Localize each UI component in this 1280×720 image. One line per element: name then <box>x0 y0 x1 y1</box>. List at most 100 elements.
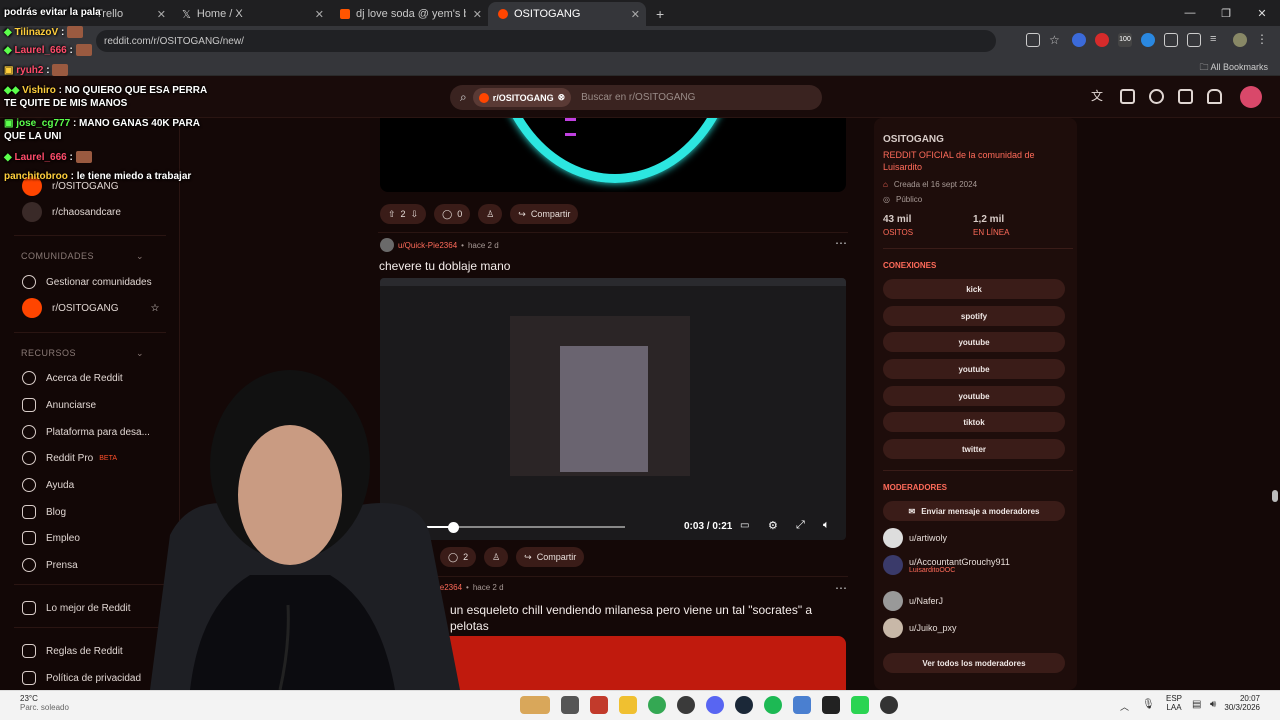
sidebar-item-blog[interactable]: Blog <box>22 504 66 520</box>
all-bookmarks-button[interactable]: 🗀 All Bookmarks <box>1199 60 1268 76</box>
app-icon[interactable] <box>677 696 695 714</box>
share-button[interactable]: ↪ Compartir <box>510 204 579 224</box>
more-options-icon[interactable]: ⋯ <box>835 236 848 250</box>
scrollbar[interactable] <box>1272 490 1278 502</box>
star-icon[interactable]: ☆ <box>151 303 160 314</box>
discord-icon[interactable] <box>706 696 724 714</box>
moderator-item[interactable]: u/AccountantGrouchy911 LuisarditoOOC <box>883 555 1010 575</box>
connection-youtube[interactable]: youtube <box>883 332 1065 352</box>
sidebar-item-privacy[interactable]: Política de privacidad <box>22 670 141 686</box>
subreddit-chip[interactable]: r/OSITOGANG ⊗ <box>472 88 572 107</box>
extension-icon[interactable] <box>1141 33 1155 47</box>
chat-icon[interactable] <box>1149 89 1164 104</box>
clear-icon[interactable]: ⊗ <box>558 92 566 103</box>
resources-heading[interactable]: RECURSOS ⌄ <box>21 348 144 358</box>
language-indicator[interactable]: ESP LAA <box>1166 694 1182 712</box>
app-icon[interactable] <box>561 696 579 714</box>
ad-icon[interactable] <box>1120 89 1135 104</box>
upvote-icon[interactable]: ⇧ <box>388 209 396 220</box>
more-options-icon[interactable]: ⋯ <box>835 581 848 595</box>
connection-twitter[interactable]: twitter <box>883 439 1065 459</box>
sidebar-item-chaosandcare[interactable]: r/chaosandcare <box>22 202 121 222</box>
moderator-item[interactable]: u/artiwoly <box>883 528 947 548</box>
app-icon[interactable] <box>793 696 811 714</box>
sidebar-item-reddit-pro[interactable]: Reddit Pro BETA <box>22 450 117 466</box>
app-icon[interactable] <box>520 696 550 714</box>
post-video[interactable] <box>380 118 846 192</box>
close-icon[interactable]: ✕ <box>315 8 324 21</box>
new-tab-button[interactable]: + <box>646 2 676 26</box>
tab-ositogang[interactable]: OSITOGANG ✕ <box>488 2 646 26</box>
install-icon[interactable] <box>1026 33 1040 47</box>
captions-icon[interactable]: ▭ <box>740 520 749 531</box>
extension-badge-icon[interactable]: 100 <box>1118 33 1132 47</box>
weather-widget[interactable]: 23°C Parc. soleado <box>20 694 69 712</box>
chrome-icon[interactable] <box>648 696 666 714</box>
sidebar-item-careers[interactable]: Empleo <box>22 530 80 546</box>
fullscreen-icon[interactable]: ⤢ <box>796 519 805 532</box>
puzzle-icon[interactable] <box>1187 33 1201 47</box>
post-title[interactable]: un esqueleto chill vendiendo milanesa pe… <box>450 602 850 634</box>
post-author[interactable]: u/Quick-Pie2364 <box>398 241 457 250</box>
app-icon[interactable] <box>590 696 608 714</box>
user-avatar[interactable] <box>1240 86 1262 108</box>
network-icon[interactable]: ▤ <box>1192 699 1201 710</box>
award-button[interactable]: ♙ <box>478 204 503 224</box>
kebab-menu-icon[interactable]: ⋮ <box>1256 33 1270 47</box>
sidebar-item-best-of[interactable]: Lo mejor de Reddit <box>22 600 131 616</box>
connection-tiktok[interactable]: tiktok <box>883 412 1065 432</box>
view-all-mods-button[interactable]: Ver todos los moderadores <box>883 653 1065 673</box>
sidebar-item-about[interactable]: Acerca de Reddit <box>22 370 123 386</box>
post-title[interactable]: chevere tu doblaje mano <box>379 259 510 273</box>
moderator-item[interactable]: u/Juiko_pxy <box>883 618 957 638</box>
tab-soundcloud[interactable]: dj love soda @ yem's birthday ✕ <box>330 2 488 26</box>
moderator-item[interactable]: u/NaferJ <box>883 591 943 611</box>
translate-icon[interactable]: 文 <box>1091 89 1106 104</box>
sidebar-item-manage-communities[interactable]: Gestionar comunidades <box>22 274 152 290</box>
close-icon[interactable]: ✕ <box>473 8 482 21</box>
obs-icon[interactable] <box>880 696 898 714</box>
restore-icon[interactable]: ❐ <box>1208 0 1244 26</box>
app-icon[interactable] <box>822 696 840 714</box>
star-icon[interactable]: ☆ <box>1049 33 1063 47</box>
extension-icon[interactable] <box>1164 33 1178 47</box>
create-post-icon[interactable] <box>1178 89 1193 104</box>
share-button[interactable]: ↪ Compartir <box>516 547 585 567</box>
avatar[interactable] <box>380 238 394 252</box>
sidebar-item-rules[interactable]: Reglas de Reddit <box>22 643 123 659</box>
sidebar-item-community[interactable]: r/OSITOGANG ☆ <box>22 298 160 318</box>
microphone-icon[interactable]: 🎙︎ <box>1142 699 1155 710</box>
app-icon[interactable] <box>851 696 869 714</box>
media-icon[interactable]: ≡ <box>1210 33 1224 47</box>
clock[interactable]: 20:07 30/3/2026 <box>1224 694 1260 712</box>
steam-icon[interactable] <box>735 696 753 714</box>
message-mods-button[interactable]: ✉ Enviar mensaje a moderadores <box>883 501 1065 521</box>
settings-icon[interactable]: ⚙ <box>768 519 778 532</box>
downvote-icon[interactable]: ⇩ <box>411 209 419 220</box>
close-window-icon[interactable]: ✕ <box>1244 0 1280 26</box>
connection-kick[interactable]: kick <box>883 279 1065 299</box>
close-icon[interactable]: ✕ <box>631 8 640 21</box>
sidebar-item-advertise[interactable]: Anunciarse <box>22 397 96 413</box>
spotify-icon[interactable] <box>764 696 782 714</box>
extension-icon[interactable] <box>1072 33 1086 47</box>
taskbar-apps <box>520 696 898 714</box>
webcam-overlay <box>150 370 460 690</box>
connection-spotify[interactable]: spotify <box>883 306 1065 326</box>
notifications-icon[interactable] <box>1207 89 1222 104</box>
volume-icon[interactable]: 🔊︎ <box>1210 699 1216 710</box>
volume-icon[interactable]: 🔈︎ <box>823 519 830 532</box>
connection-youtube[interactable]: youtube <box>883 386 1065 406</box>
connection-youtube[interactable]: youtube <box>883 359 1065 379</box>
chevron-up-icon[interactable]: ︿ <box>1120 700 1129 713</box>
extension-icon[interactable] <box>1095 33 1109 47</box>
comments-button[interactable]: ◯ 0 <box>434 204 471 224</box>
folder-icon[interactable] <box>619 696 637 714</box>
communities-heading[interactable]: COMUNIDADES ⌄ <box>21 251 144 261</box>
profile-icon[interactable] <box>1233 33 1247 47</box>
minimize-icon[interactable]: — <box>1172 0 1208 26</box>
sidebar-item-press[interactable]: Prensa <box>22 557 78 573</box>
sidebar-item-help[interactable]: Ayuda <box>22 477 74 493</box>
url-bar[interactable]: reddit.com/r/OSITOGANG/new/ <box>96 30 996 52</box>
search-bar[interactable]: ⌕ r/OSITOGANG ⊗ Buscar en r/OSITOGANG <box>450 85 822 110</box>
